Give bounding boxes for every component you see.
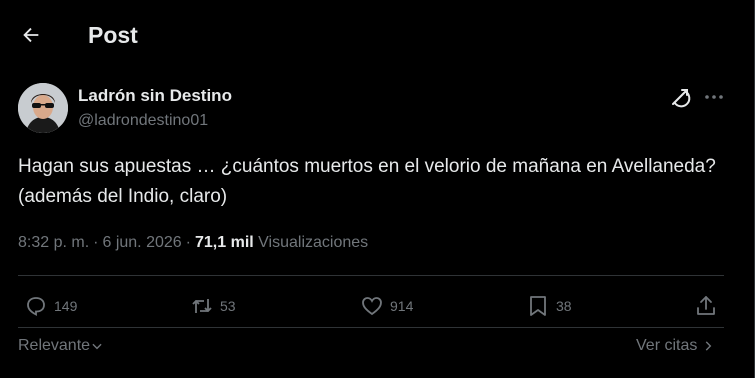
share-button[interactable] bbox=[694, 292, 718, 320]
views-count[interactable]: 71,1 mil bbox=[195, 234, 254, 251]
tweet-date[interactable]: 6 jun. 2026 bbox=[102, 234, 181, 251]
author-handle[interactable]: @ladrondestino01 bbox=[78, 111, 208, 131]
sort-label: Relevante bbox=[18, 337, 91, 354]
bookmark-icon bbox=[530, 296, 546, 316]
like-count: 914 bbox=[390, 298, 414, 314]
header: Post bbox=[0, 0, 754, 70]
meta-separator: · bbox=[185, 234, 191, 251]
view-quotes-label: Ver citas bbox=[636, 337, 698, 354]
chevron-down-icon bbox=[92, 343, 102, 350]
share-icon bbox=[697, 296, 715, 315]
view-quotes-link[interactable]: Ver citas bbox=[636, 337, 715, 355]
tweet-time[interactable]: 8:32 p. m. bbox=[18, 234, 89, 251]
repost-button[interactable]: 53 bbox=[190, 292, 236, 320]
repost-count: 53 bbox=[220, 298, 236, 314]
reply-count: 149 bbox=[54, 298, 78, 314]
page-title: Post bbox=[88, 22, 138, 48]
chevron-right-icon bbox=[706, 341, 712, 351]
grok-button[interactable] bbox=[668, 85, 692, 109]
meta-separator: · bbox=[93, 234, 99, 251]
reply-button[interactable]: 149 bbox=[24, 292, 77, 320]
reply-icon bbox=[27, 297, 45, 316]
views-label: Visualizaciones bbox=[258, 234, 369, 251]
tweet-text: Hagan sus apuestas … ¿cuántos muertos en… bbox=[18, 156, 716, 207]
divider bbox=[18, 327, 724, 328]
author-display-name[interactable]: Ladrón sin Destino bbox=[78, 86, 232, 106]
grok-icon bbox=[672, 89, 691, 108]
more-options-button[interactable] bbox=[702, 85, 726, 109]
more-icon bbox=[705, 95, 723, 99]
heart-icon bbox=[362, 297, 382, 316]
sort-replies-dropdown[interactable]: Relevante bbox=[18, 337, 104, 355]
bookmark-button[interactable]: 38 bbox=[526, 292, 572, 320]
like-button[interactable]: 914 bbox=[360, 292, 413, 320]
repost-icon bbox=[192, 299, 212, 313]
avatar[interactable] bbox=[18, 83, 68, 133]
back-button[interactable] bbox=[16, 20, 46, 50]
arrow-left-icon bbox=[23, 27, 39, 43]
bookmark-count: 38 bbox=[556, 298, 572, 314]
tweet-meta: 8:32 p. m. · 6 jun. 2026 · 71,1 mil Visualiz… bbox=[18, 233, 368, 253]
divider bbox=[18, 275, 724, 276]
avatar-image bbox=[18, 83, 68, 133]
